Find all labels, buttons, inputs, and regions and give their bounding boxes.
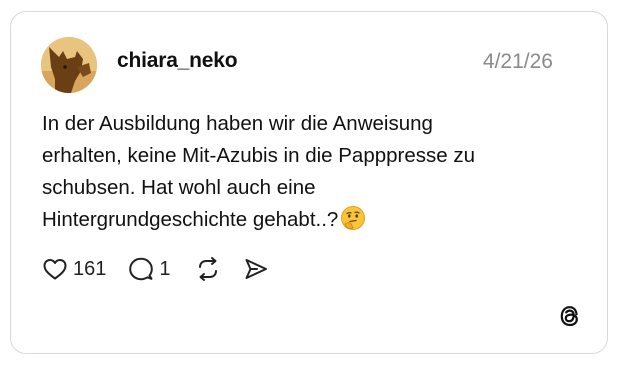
repost-button[interactable]	[195, 256, 221, 282]
avatar[interactable]	[41, 37, 97, 93]
avatar-image	[41, 37, 97, 93]
threads-logo-icon[interactable]	[557, 303, 583, 329]
like-button[interactable]: 161	[42, 257, 106, 281]
heart-icon	[43, 259, 67, 280]
reply-button[interactable]: 1	[128, 256, 171, 282]
share-button[interactable]	[243, 256, 269, 282]
action-bar: 161 1	[42, 254, 269, 284]
username[interactable]: chiara_neko	[117, 49, 238, 73]
post-text: In der Ausbildung haben wir die Anweisun…	[42, 108, 562, 236]
speech-bubble-icon	[129, 257, 154, 281]
post-card: chiara_neko 4/21/26 In der Ausbildung ha…	[10, 11, 608, 354]
repost-icon	[198, 257, 217, 281]
send-icon	[245, 259, 267, 279]
post-date: 4/21/26	[482, 50, 553, 73]
like-count: 161	[73, 257, 107, 280]
reply-count: 1	[159, 257, 171, 280]
thinking-face-emoji	[341, 206, 366, 230]
post-body: In der Ausbildung haben wir die Anweisun…	[42, 112, 476, 231]
